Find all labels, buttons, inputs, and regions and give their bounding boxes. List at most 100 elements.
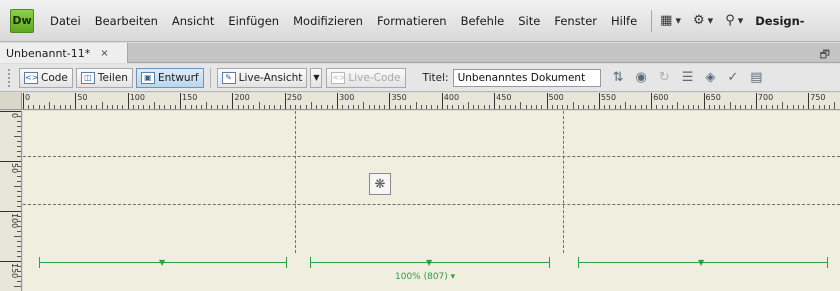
ruler-minor-tick — [153, 102, 155, 109]
table-width-label[interactable]: 100% (807) ▾ — [395, 272, 455, 282]
code-view-button[interactable]: <> Code — [19, 67, 73, 88]
menu-hilfe[interactable]: Hilfe — [611, 14, 637, 28]
column-width-indicator[interactable]: ▼ — [39, 256, 287, 270]
ruler-major-tick — [0, 161, 21, 162]
ruler-minor-tick — [813, 105, 815, 109]
validate-markup-icon[interactable]: ✓ — [727, 70, 738, 85]
chevron-down-icon: ▾ — [737, 14, 744, 27]
ruler-minor-tick — [698, 105, 700, 109]
ruler-minor-tick — [577, 105, 579, 109]
live-view-dropdown[interactable]: ▼ — [310, 67, 323, 88]
ruler-minor-tick — [14, 136, 21, 137]
workspace-switcher[interactable]: Design- — [755, 14, 804, 28]
ruler-minor-tick — [447, 105, 449, 109]
ruler-minor-tick — [305, 105, 307, 109]
close-icon[interactable]: × — [100, 48, 108, 59]
chevron-down-icon: ▼ — [313, 73, 320, 82]
menu-modifizieren[interactable]: Modifizieren — [293, 14, 363, 28]
view-options-icon[interactable]: ☰ — [682, 70, 694, 85]
title-field[interactable] — [452, 68, 601, 87]
ruler-minor-tick — [588, 105, 590, 109]
layout-row[interactable] — [23, 157, 840, 205]
chevron-down-icon: ▾ — [707, 14, 714, 27]
menu-fenster[interactable]: Fenster — [554, 14, 597, 28]
ruler-minor-tick — [70, 105, 72, 109]
layout-row[interactable] — [23, 111, 840, 157]
live-code-button[interactable]: <> Live-Code — [326, 67, 406, 88]
ruler-minor-tick — [331, 105, 333, 109]
ruler-minor-tick — [248, 105, 250, 109]
sitemap-icon: ⚲ — [725, 13, 735, 28]
ruler-minor-tick — [17, 131, 21, 132]
ruler-tick-label: 550 — [600, 93, 617, 102]
ruler-minor-tick — [797, 105, 799, 109]
design-view-icon: ▣ — [140, 71, 155, 84]
restore-window-icon[interactable]: 🗗 — [820, 46, 830, 65]
ruler-minor-tick — [274, 105, 276, 109]
ruler-minor-tick — [488, 105, 490, 109]
ruler-minor-tick — [640, 105, 642, 109]
layout-dropdown[interactable]: ▦ ▾ — [660, 13, 681, 28]
menu-bearbeiten[interactable]: Bearbeiten — [95, 14, 158, 28]
column-menu-icon[interactable]: ▼ — [159, 258, 165, 267]
ruler-minor-tick — [740, 105, 742, 109]
refresh-icon[interactable]: ↻ — [659, 70, 670, 85]
ruler-minor-tick — [399, 105, 401, 109]
live-code-label: Live-Code — [348, 71, 401, 84]
ruler-minor-tick — [326, 105, 328, 109]
menu-ansicht[interactable]: Ansicht — [172, 14, 214, 28]
browser-preview-icon[interactable]: ◉ — [635, 70, 646, 85]
ruler-minor-tick — [677, 102, 679, 109]
document-tab[interactable]: Unbenannt-11* × — [0, 43, 128, 63]
ruler-major-tick — [808, 93, 810, 109]
ruler-minor-tick — [190, 105, 192, 109]
ruler-minor-tick — [14, 236, 21, 237]
menu-datei[interactable]: Datei — [50, 14, 81, 28]
column-menu-icon[interactable]: ▼ — [698, 258, 704, 267]
ruler-minor-tick — [17, 191, 21, 192]
ruler-tick-label: 150 — [182, 93, 198, 102]
ruler-major-tick — [389, 93, 391, 109]
chevron-down-icon: ▾ — [675, 14, 681, 27]
horizontal-ruler[interactable]: 0 50 100 150 200 250 300 350 400 450 500 550 600 650 7… — [0, 93, 840, 110]
ruler-minor-tick — [17, 256, 21, 257]
ruler-minor-tick — [520, 102, 522, 109]
design-view-button[interactable]: ▣ Entwurf — [135, 67, 204, 88]
site-dropdown[interactable]: ⚲ ▾ — [725, 13, 743, 28]
file-management-icon[interactable]: ⇅ — [613, 70, 624, 85]
ruler-minor-tick — [17, 271, 21, 272]
ruler-major-tick — [494, 93, 496, 109]
column-width-indicator[interactable]: ▼ — [578, 256, 828, 270]
ruler-minor-tick — [672, 105, 674, 109]
ruler-minor-tick — [467, 102, 469, 109]
menu-befehle[interactable]: Befehle — [461, 14, 505, 28]
ruler-minor-tick — [216, 105, 218, 109]
split-view-button[interactable]: ◫ Teilen — [75, 67, 133, 88]
ruler-minor-tick — [17, 171, 21, 172]
extensions-dropdown[interactable]: ⚙ ▾ — [693, 13, 713, 28]
ruler-minor-tick — [143, 105, 145, 109]
column-menu-icon[interactable]: ▼ — [426, 258, 432, 267]
ruler-minor-tick — [206, 102, 208, 109]
visual-aids-icon[interactable]: ◈ — [705, 70, 715, 85]
ruler-minor-tick — [572, 102, 574, 109]
toolbar-grip[interactable] — [8, 68, 13, 87]
ruler-minor-tick — [567, 105, 569, 109]
vertical-ruler[interactable]: 0 50 100 150 — [0, 111, 22, 291]
image-placeholder-icon[interactable]: ❋ — [369, 173, 391, 195]
ruler-origin[interactable] — [0, 93, 22, 109]
layout-row[interactable] — [23, 205, 840, 253]
ruler-minor-tick — [426, 105, 428, 109]
ruler-minor-tick — [17, 181, 21, 182]
menu-einfuegen[interactable]: Einfügen — [228, 14, 279, 28]
ruler-minor-tick — [342, 105, 344, 109]
design-canvas[interactable]: ❋ ▼ ▼ ▼ 100% (807) ▾ — [23, 111, 840, 291]
check-browser-icon[interactable]: ▤ — [750, 70, 762, 85]
menu-formatieren[interactable]: Formatieren — [377, 14, 447, 28]
code-view-label: Code — [41, 71, 68, 84]
column-width-indicator[interactable]: ▼ — [310, 256, 550, 270]
column-divider — [563, 111, 564, 253]
live-view-button[interactable]: ✎ Live-Ansicht — [216, 67, 308, 88]
ruler-minor-tick — [551, 105, 553, 109]
menu-site[interactable]: Site — [518, 14, 540, 28]
